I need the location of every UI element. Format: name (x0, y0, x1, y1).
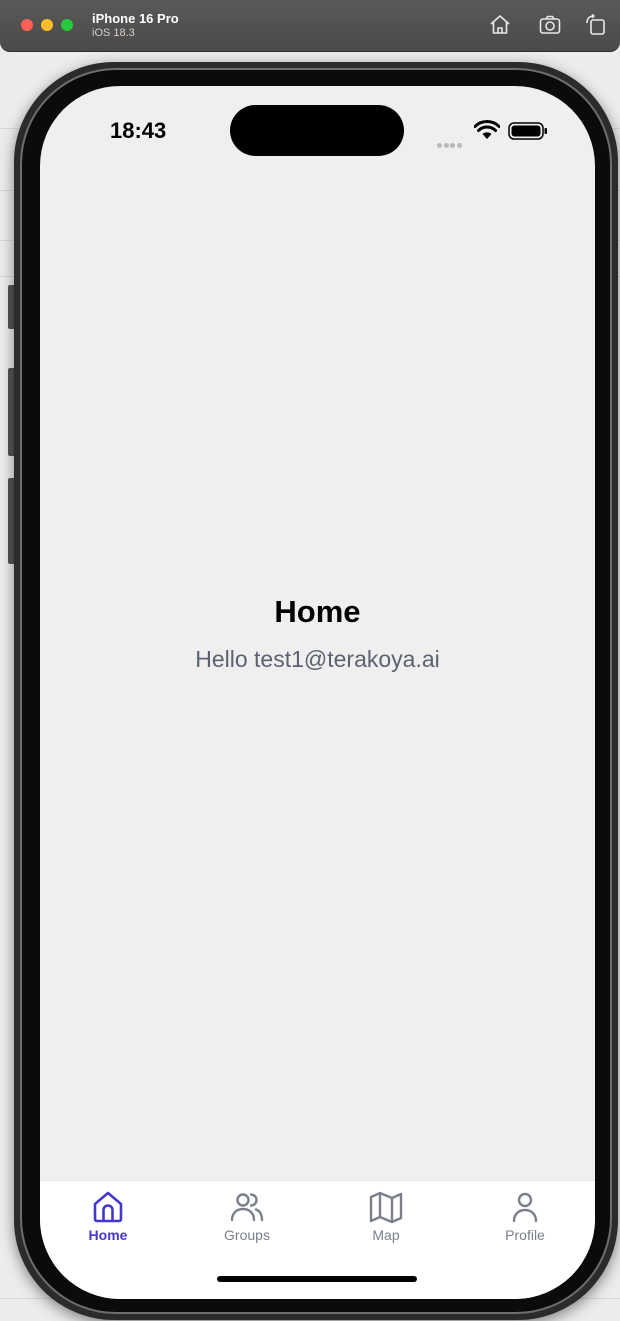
users-icon (230, 1193, 264, 1222)
tab-map-label: Map (372, 1227, 400, 1243)
home-icon (93, 1191, 123, 1223)
user-icon (512, 1192, 538, 1223)
tab-map[interactable]: Map (326, 1189, 446, 1249)
wifi-icon (473, 120, 501, 140)
home-indicator[interactable] (217, 1276, 417, 1282)
page-title: Home (274, 594, 361, 629)
home-button-icon[interactable] (488, 13, 512, 37)
greeting-text: Hello test1@terakoya.ai (195, 646, 440, 672)
status-bar-time: 18:43 (110, 118, 167, 143)
tab-home-label: Home (88, 1227, 128, 1243)
device-name: iPhone 16 Pro (92, 11, 179, 26)
dynamic-island (230, 105, 404, 156)
tab-groups-label: Groups (224, 1227, 270, 1243)
minimize-window-button[interactable] (41, 19, 53, 31)
tab-groups[interactable]: Groups (187, 1189, 307, 1249)
tab-profile-label: Profile (505, 1227, 545, 1243)
zoom-window-button[interactable] (61, 19, 73, 31)
tab-home[interactable]: Home (48, 1189, 168, 1249)
os-version: iOS 18.3 (92, 27, 135, 39)
map-icon (369, 1191, 403, 1224)
device-screen: 18:43 Home Hello test1@terakoya.ai Home (40, 86, 595, 1299)
rotate-icon[interactable] (584, 13, 608, 37)
cellular-signal-icon (437, 135, 463, 153)
battery-icon (508, 122, 548, 140)
screenshot-icon[interactable] (538, 13, 562, 37)
simulator-titlebar: iPhone 16 Pro iOS 18.3 (0, 0, 620, 52)
tab-profile[interactable]: Profile (465, 1189, 585, 1249)
close-window-button[interactable] (21, 19, 33, 31)
